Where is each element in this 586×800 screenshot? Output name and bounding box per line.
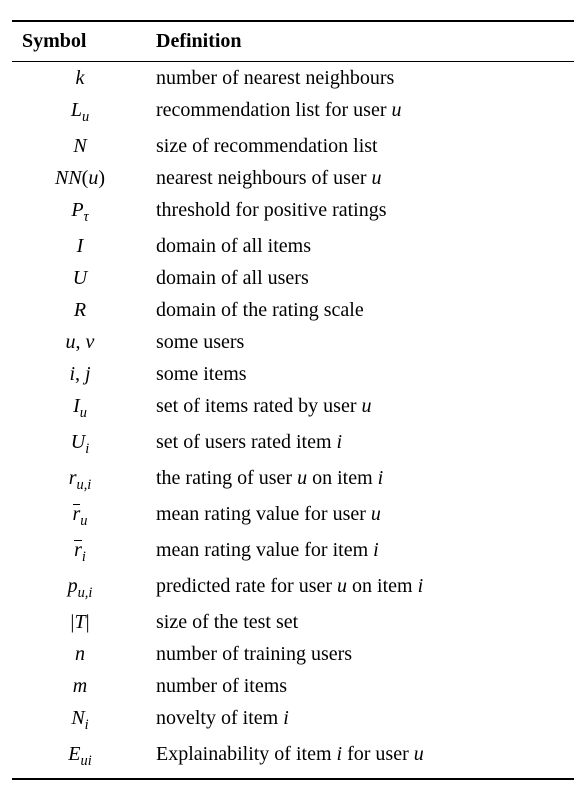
table-body: knumber of nearest neighboursLurecommend… xyxy=(12,62,574,779)
definition-cell: domain of all users xyxy=(148,262,574,294)
definition-cell: Explainability of item i for user u xyxy=(148,738,574,779)
table-row: u, vsome users xyxy=(12,326,574,358)
symbol-cell: i, j xyxy=(12,358,148,390)
symbol-cell: |T| xyxy=(12,606,148,638)
table-row: i, jsome items xyxy=(12,358,574,390)
definition-cell: set of items rated by user u xyxy=(148,390,574,426)
table-row: Nsize of recommendation list xyxy=(12,130,574,162)
header-row: Symbol Definition xyxy=(12,21,574,62)
table-row: Idomain of all items xyxy=(12,230,574,262)
definition-cell: recommendation list for user u xyxy=(148,94,574,130)
definition-cell: novelty of item i xyxy=(148,702,574,738)
definition-cell: some items xyxy=(148,358,574,390)
table-row: ru,ithe rating of user u on item i xyxy=(12,462,574,498)
table-row: rimean rating value for item i xyxy=(12,534,574,570)
table-row: Pτthreshold for positive ratings xyxy=(12,194,574,230)
definition-cell: some users xyxy=(148,326,574,358)
symbol-cell: ru,i xyxy=(12,462,148,498)
symbol-cell: R xyxy=(12,294,148,326)
table-row: Udomain of all users xyxy=(12,262,574,294)
definition-cell: domain of all items xyxy=(148,230,574,262)
symbol-cell: N xyxy=(12,130,148,162)
definition-cell: nearest neighbours of user u xyxy=(148,162,574,194)
table-row: pu,ipredicted rate for user u on item i xyxy=(12,570,574,606)
symbol-cell: u, v xyxy=(12,326,148,358)
definition-cell: mean rating value for user u xyxy=(148,498,574,534)
table-row: rumean rating value for user u xyxy=(12,498,574,534)
table-row: Uiset of users rated item i xyxy=(12,426,574,462)
symbol-definition-table: Symbol Definition knumber of nearest nei… xyxy=(12,20,574,780)
symbol-cell: ru xyxy=(12,498,148,534)
symbol-cell: m xyxy=(12,670,148,702)
definition-cell: predicted rate for user u on item i xyxy=(148,570,574,606)
symbol-cell: Eui xyxy=(12,738,148,779)
symbol-cell: Iu xyxy=(12,390,148,426)
table-row: EuiExplainability of item i for user u xyxy=(12,738,574,779)
symbol-cell: Ui xyxy=(12,426,148,462)
definition-cell: size of recommendation list xyxy=(148,130,574,162)
table-row: knumber of nearest neighbours xyxy=(12,62,574,95)
table-row: nnumber of training users xyxy=(12,638,574,670)
symbol-cell: pu,i xyxy=(12,570,148,606)
table-row: NN(u)nearest neighbours of user u xyxy=(12,162,574,194)
definition-cell: size of the test set xyxy=(148,606,574,638)
symbol-cell: n xyxy=(12,638,148,670)
definition-cell: number of items xyxy=(148,670,574,702)
table-row: mnumber of items xyxy=(12,670,574,702)
symbol-cell: k xyxy=(12,62,148,95)
definition-cell: mean rating value for item i xyxy=(148,534,574,570)
symbol-cell: U xyxy=(12,262,148,294)
definition-cell: the rating of user u on item i xyxy=(148,462,574,498)
symbol-cell: Pτ xyxy=(12,194,148,230)
definition-cell: threshold for positive ratings xyxy=(148,194,574,230)
table-row: Iuset of items rated by user u xyxy=(12,390,574,426)
symbol-cell: ri xyxy=(12,534,148,570)
definition-cell: number of training users xyxy=(148,638,574,670)
symbol-cell: I xyxy=(12,230,148,262)
symbol-cell: NN(u) xyxy=(12,162,148,194)
header-symbol: Symbol xyxy=(12,21,148,62)
definition-cell: domain of the rating scale xyxy=(148,294,574,326)
header-definition: Definition xyxy=(148,21,574,62)
table-row: |T|size of the test set xyxy=(12,606,574,638)
table-row: Rdomain of the rating scale xyxy=(12,294,574,326)
symbol-cell: Ni xyxy=(12,702,148,738)
symbol-cell: Lu xyxy=(12,94,148,130)
table-row: Lurecommendation list for user u xyxy=(12,94,574,130)
table-row: Ninovelty of item i xyxy=(12,702,574,738)
definition-cell: number of nearest neighbours xyxy=(148,62,574,95)
definition-cell: set of users rated item i xyxy=(148,426,574,462)
